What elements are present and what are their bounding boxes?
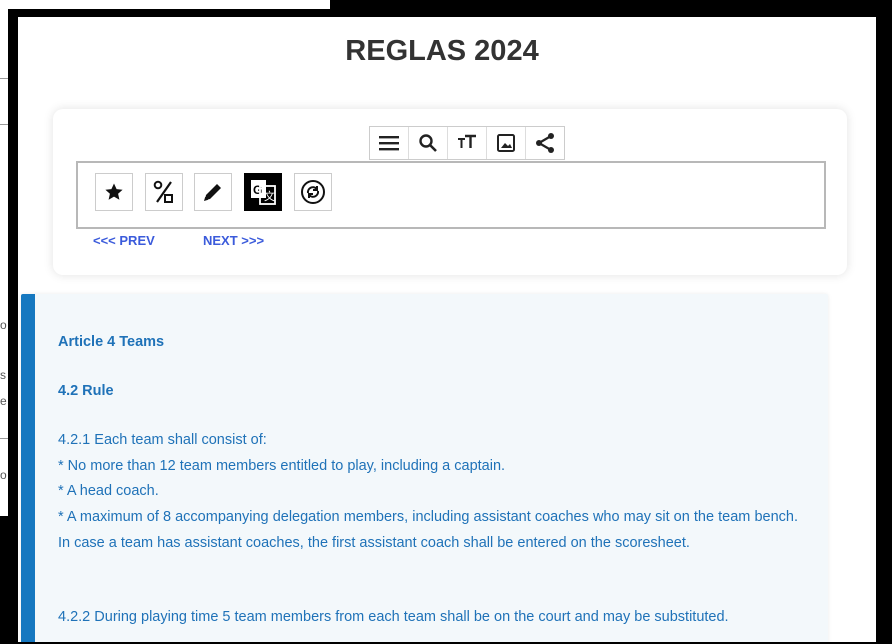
rule-line: 4.2.2 During playing time 5 team members… <box>58 609 729 625</box>
page-title: REGLAS 2024 <box>345 35 539 67</box>
menu-icon[interactable] <box>370 127 409 159</box>
rule-line: 4.2.1 Each team shall consist of: <box>58 432 267 448</box>
percent-icon[interactable] <box>145 173 183 211</box>
search-icon[interactable] <box>409 127 448 159</box>
article-title: Article 4 Teams <box>58 334 165 350</box>
divider <box>0 124 8 125</box>
pencil-icon[interactable] <box>194 173 232 211</box>
toolbar-card: G文 <<< PREV NEXT >>> <box>53 109 847 275</box>
star-icon[interactable] <box>95 173 133 211</box>
page: REGLAS 2024 G 文 <<< PREV NEXT >>> Articl… <box>18 17 876 642</box>
rule-line: * No more than 12 team members entitled … <box>58 458 506 474</box>
rule-paragraph: * A maximum of 8 accompanying delegation… <box>58 509 798 551</box>
article-subtitle: 4.2 Rule <box>58 383 114 399</box>
sync-icon[interactable] <box>294 173 332 211</box>
background-text: o <box>0 318 7 332</box>
translate-icon[interactable]: G文 <box>244 173 282 211</box>
share-icon[interactable] <box>526 127 564 159</box>
divider <box>0 78 8 79</box>
svg-text:文: 文 <box>264 189 275 203</box>
tools-panel: G文 <box>76 161 826 229</box>
text-size-icon[interactable] <box>448 127 487 159</box>
rule-line: * A head coach. <box>58 483 159 499</box>
background-text: e <box>0 394 7 408</box>
window-frame: REGLAS 2024 G 文 <<< PREV NEXT >>> Articl… <box>8 9 886 642</box>
next-link[interactable]: NEXT >>> <box>203 233 264 248</box>
prev-link[interactable]: <<< PREV <box>93 233 155 248</box>
icon-toolbar <box>369 126 565 160</box>
image-icon[interactable] <box>487 127 526 159</box>
background-text: o <box>0 468 7 482</box>
background-text: s <box>0 368 6 382</box>
article-content: Article 4 Teams 4.2 Rule 4.2.1 Each team… <box>21 294 828 642</box>
divider <box>0 438 8 439</box>
